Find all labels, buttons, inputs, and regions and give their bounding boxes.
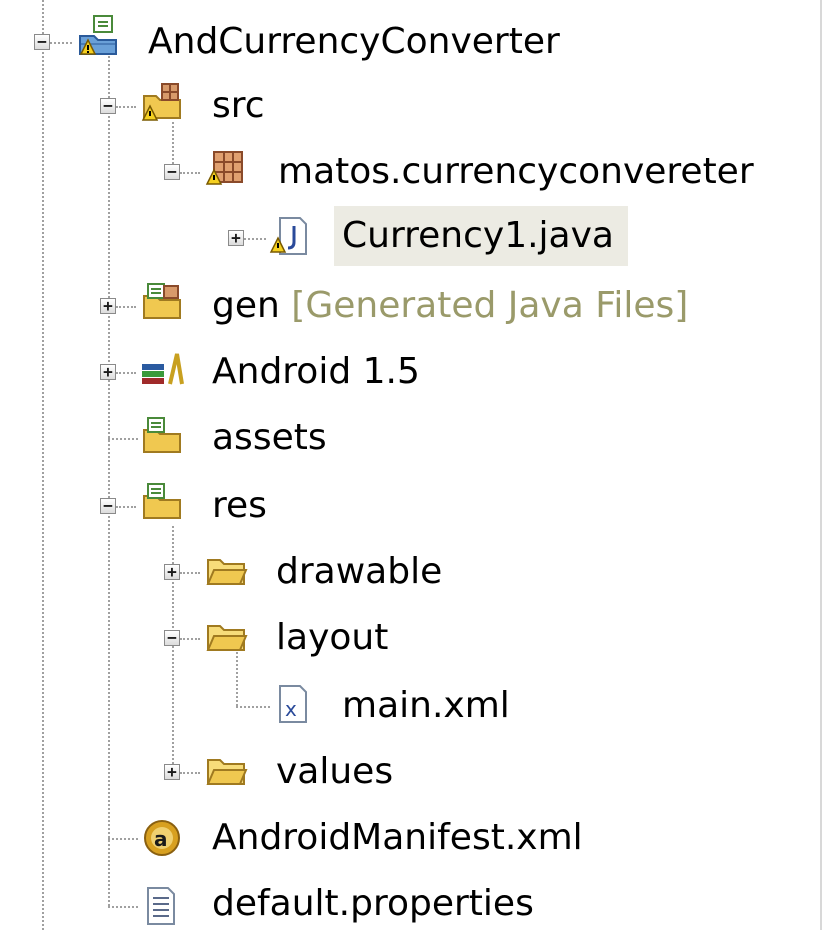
collapse-toggle[interactable]: − bbox=[100, 498, 116, 514]
collapse-toggle[interactable]: − bbox=[164, 164, 180, 180]
tree-label-assets[interactable]: assets bbox=[212, 416, 327, 460]
expand-toggle[interactable]: + bbox=[100, 364, 116, 380]
tree-guide-line bbox=[180, 638, 200, 640]
collapse-toggle[interactable]: − bbox=[34, 34, 50, 50]
tree-label-layout[interactable]: layout bbox=[276, 616, 388, 660]
gen-decoration-text: [Generated Java Files] bbox=[291, 285, 689, 326]
folder-icon bbox=[206, 625, 248, 651]
collapse-toggle[interactable]: − bbox=[164, 630, 180, 646]
tree-guide-line bbox=[50, 42, 72, 44]
tree-guide-line bbox=[180, 572, 200, 574]
tree-guide-line bbox=[42, 0, 44, 930]
tree-label-src[interactable]: src bbox=[212, 84, 265, 128]
expand-toggle[interactable]: + bbox=[228, 230, 244, 246]
tree-label-android-manifest[interactable]: AndroidManifest.xml bbox=[212, 816, 583, 860]
collapse-toggle[interactable]: − bbox=[100, 98, 116, 114]
tree-label-drawable[interactable]: drawable bbox=[276, 550, 442, 594]
expand-toggle[interactable]: + bbox=[100, 298, 116, 314]
svg-text:a: a bbox=[154, 827, 168, 851]
tree-label-res[interactable]: res bbox=[212, 484, 267, 528]
generated-folder-icon bbox=[143, 283, 181, 319]
tree-guide-line bbox=[108, 56, 110, 906]
folder-icon bbox=[206, 559, 248, 585]
tree-guide-line bbox=[180, 772, 200, 774]
tree-guide-line bbox=[108, 438, 138, 440]
library-icon bbox=[142, 353, 184, 385]
gen-label-text: gen bbox=[212, 285, 280, 326]
android-manifest-icon: a bbox=[144, 820, 180, 856]
tree-guide-line bbox=[236, 652, 238, 706]
tree-guide-line bbox=[180, 172, 200, 174]
tree-label-main-xml[interactable]: main.xml bbox=[342, 684, 510, 728]
tree-guide-line bbox=[236, 706, 270, 708]
package-icon bbox=[205, 151, 243, 185]
properties-file-icon bbox=[147, 887, 175, 925]
resource-folder-icon bbox=[143, 483, 181, 519]
tree-label-gen[interactable]: gen [Generated Java Files] bbox=[212, 284, 688, 328]
expand-toggle[interactable]: + bbox=[164, 764, 180, 780]
resource-folder-icon bbox=[143, 417, 181, 453]
tree-label-values[interactable]: values bbox=[276, 750, 393, 794]
source-folder-icon bbox=[141, 83, 181, 121]
tree-guide-line bbox=[108, 838, 138, 840]
tree-label-package[interactable]: matos.currencyconvereter bbox=[278, 150, 754, 194]
tree-label-project[interactable]: AndCurrencyConverter bbox=[148, 20, 560, 64]
tree-guide-line bbox=[116, 506, 136, 508]
tree-guide-line bbox=[116, 106, 136, 108]
android-project-icon bbox=[79, 15, 117, 55]
tree-guide-line bbox=[116, 372, 136, 374]
tree-label-default-properties[interactable]: default.properties bbox=[212, 882, 534, 926]
tree-guide-line bbox=[244, 238, 266, 240]
svg-text:x: x bbox=[285, 697, 297, 721]
xml-file-icon: x bbox=[279, 685, 307, 723]
package-explorer-tree: − AndCurrencyConverter − src − matos.cur… bbox=[0, 0, 823, 930]
tree-label-android-library[interactable]: Android 1.5 bbox=[212, 350, 420, 394]
tree-guide-line bbox=[108, 906, 138, 908]
expand-toggle[interactable]: + bbox=[164, 564, 180, 580]
panel-border bbox=[820, 0, 822, 930]
tree-label-currency1-java[interactable]: Currency1.java bbox=[334, 206, 628, 266]
tree-guide-line bbox=[116, 306, 136, 308]
folder-icon bbox=[206, 759, 248, 785]
java-file-icon bbox=[269, 217, 307, 255]
